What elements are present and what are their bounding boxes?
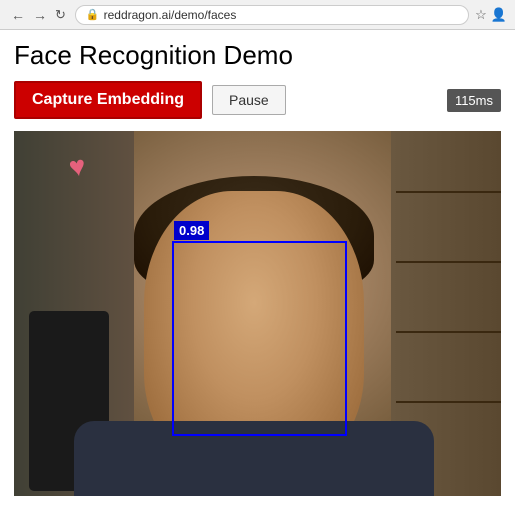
video-feed: ♥ 0.98 xyxy=(14,131,501,496)
shelf-line-3 xyxy=(396,331,501,333)
address-bar[interactable]: 🔒 reddragon.ai/demo/faces xyxy=(75,5,469,25)
forward-button[interactable]: → xyxy=(30,7,50,23)
star-icon[interactable]: ☆ xyxy=(475,7,487,23)
pause-button[interactable]: Pause xyxy=(212,85,286,115)
browser-chrome: ← → ↻ 🔒 reddragon.ai/demo/faces ☆ 👤 xyxy=(0,0,515,30)
back-button[interactable]: ← xyxy=(8,7,28,23)
timing-badge: 115ms xyxy=(447,89,501,112)
capture-embedding-button[interactable]: Capture Embedding xyxy=(14,81,202,119)
browser-actions: ☆ 👤 xyxy=(475,7,507,23)
shelf-line-2 xyxy=(396,261,501,263)
controls-row: Capture Embedding Pause 115ms xyxy=(14,81,501,119)
page-title: Face Recognition Demo xyxy=(14,40,501,71)
confidence-score: 0.98 xyxy=(174,221,209,240)
page-content: Face Recognition Demo Capture Embedding … xyxy=(0,30,515,506)
shelf-line-1 xyxy=(396,191,501,193)
account-icon[interactable]: 👤 xyxy=(491,7,507,23)
reload-button[interactable]: ↻ xyxy=(52,7,69,23)
face-detection-box: 0.98 xyxy=(172,241,347,436)
security-lock-icon: 🔒 xyxy=(86,8,100,21)
url-text: reddragon.ai/demo/faces xyxy=(104,8,237,22)
nav-buttons: ← → ↻ xyxy=(8,7,69,23)
shelf-line-4 xyxy=(396,401,501,403)
